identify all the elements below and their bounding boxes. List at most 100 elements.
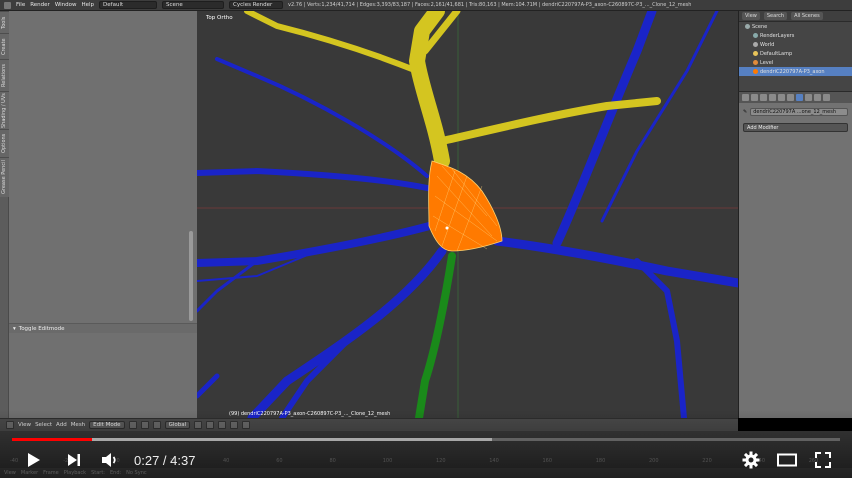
render-engine-select[interactable]: Cycles Render <box>229 1 284 9</box>
next-button[interactable] <box>60 446 88 474</box>
orientation-select[interactable]: Global <box>164 421 191 429</box>
outliner-item-scene[interactable]: Scene <box>739 22 852 31</box>
theater-mode-icon <box>777 453 797 467</box>
mode-select[interactable]: Edit Mode <box>89 421 125 429</box>
axon <box>415 252 456 418</box>
tab-options[interactable]: Options <box>0 129 9 157</box>
menu-select[interactable]: Select <box>35 422 52 428</box>
viewport-header: View Select Add Mesh Edit Mode Global <box>0 418 738 431</box>
proportional-edit-icon[interactable] <box>230 421 239 429</box>
tool-shelf-scrollbar[interactable] <box>189 231 193 321</box>
neuron-mesh <box>197 11 738 418</box>
render-layers-icon[interactable] <box>751 94 758 101</box>
modifier-object-name[interactable]: dendriC220797A ...one_12_mesh <box>750 107 848 116</box>
scene-select[interactable]: Scene <box>162 1 225 9</box>
mode-value: Edit Mode <box>93 422 121 428</box>
settings-button[interactable] <box>738 446 764 474</box>
outliner-label: Level <box>760 59 774 66</box>
outliner-item-level[interactable]: Level <box>739 58 852 67</box>
volume-button[interactable] <box>96 446 124 474</box>
menu-add[interactable]: Add <box>56 422 67 428</box>
3d-cursor[interactable] <box>445 226 449 230</box>
pivot-icon[interactable] <box>140 421 149 429</box>
scene-stats: v2.76 | Verts:1,234/41,714 | Edges:3,393… <box>288 2 692 8</box>
tab-grease-pencil[interactable]: Grease Pencil <box>0 157 9 197</box>
modifier-object-row: ✎ dendriC220797A ...one_12_mesh <box>743 107 848 116</box>
screen-layout-select[interactable]: Default <box>99 1 158 9</box>
apical-dendrite <box>244 11 661 169</box>
object-icon[interactable] <box>778 94 785 101</box>
menu-render[interactable]: Render <box>30 2 50 8</box>
dendrite-left-lower <box>247 246 447 418</box>
menu-help[interactable]: Help <box>82 2 95 8</box>
toggle-editmode-panel[interactable]: ▾ Toggle Editmode <box>9 323 197 333</box>
tab-tools[interactable]: Tools <box>0 11 9 33</box>
outliner-tab-view[interactable]: View <box>742 12 760 20</box>
tab-create[interactable]: Create <box>0 33 9 59</box>
play-icon <box>28 453 40 467</box>
edge-select-icon[interactable] <box>206 421 215 429</box>
shading-icon[interactable] <box>128 421 137 429</box>
dendrite-left-upper <box>197 168 435 192</box>
snap-icon[interactable] <box>242 421 251 429</box>
menu-mesh[interactable]: Mesh <box>71 422 85 428</box>
fullscreen-icon <box>815 452 831 468</box>
outliner-item-world[interactable]: World <box>739 40 852 49</box>
modifier-wrench-icon[interactable] <box>796 94 803 101</box>
dendrite-corner <box>197 373 220 399</box>
panel-collapse-icon: ▾ <box>13 325 16 332</box>
object-info: (99) dendriC220797A-P3_axon-C260897C-P3_… <box>229 411 391 417</box>
scene-icon[interactable] <box>760 94 767 101</box>
editor-type-icon[interactable] <box>6 421 14 429</box>
blender-info-bar: File Render Window Help Default Scene Cy… <box>0 0 852 11</box>
material-icon[interactable] <box>814 94 821 101</box>
world-icon[interactable] <box>769 94 776 101</box>
properties-tabs <box>739 92 852 103</box>
menu-window[interactable]: Window <box>55 2 77 8</box>
fullscreen-button[interactable] <box>810 446 836 474</box>
next-icon <box>68 454 80 466</box>
progress-played <box>12 438 93 441</box>
apical-branch-left <box>244 11 420 74</box>
texture-icon[interactable] <box>823 94 830 101</box>
outliner-label: Scene <box>752 23 768 30</box>
screen-layout-value: Default <box>103 2 124 8</box>
vertex-select-icon[interactable] <box>194 421 203 429</box>
outliner-label: RenderLayers <box>760 32 795 39</box>
menu-file[interactable]: File <box>16 2 25 8</box>
time-display: 0:27 / 4:37 <box>134 453 196 468</box>
progress-bar[interactable] <box>12 438 840 441</box>
add-modifier-button[interactable]: Add Modifier <box>743 123 848 132</box>
manipulator-icon[interactable] <box>152 421 161 429</box>
3d-viewport[interactable]: Top Ortho (99) dendriC220797A-P3_axon-C2… <box>197 11 738 418</box>
scene-icon <box>745 24 750 29</box>
menu-view[interactable]: View <box>18 422 31 428</box>
outliner-item-defaultlamp[interactable]: DefaultLamp <box>739 49 852 58</box>
render-icon[interactable] <box>742 94 749 101</box>
pin-icon[interactable]: ✎ <box>743 109 747 115</box>
tab-relations[interactable]: Relations <box>0 59 9 91</box>
outliner-item-renderlayers[interactable]: RenderLayers <box>739 31 852 40</box>
properties-editor: ✎ dendriC220797A ...one_12_mesh Add Modi… <box>738 91 852 418</box>
theater-mode-button[interactable] <box>774 446 800 474</box>
constraints-icon[interactable] <box>787 94 794 101</box>
face-select-icon[interactable] <box>218 421 227 429</box>
dendrite-right-thin <box>600 11 719 223</box>
outliner-label: dendriC220797A-P3_axon <box>760 68 825 75</box>
lamp-icon <box>753 51 758 56</box>
soma-selection <box>428 160 503 252</box>
outliner-item-mesh[interactable]: dendriC220797A-P3_axon <box>739 67 852 76</box>
editor-type-icon[interactable] <box>4 1 11 9</box>
tool-shelf: Tools Create Relations Shading / UVs Opt… <box>0 11 197 418</box>
outliner-header: View Search All Scenes <box>739 11 852 22</box>
outliner-tab-search[interactable]: Search <box>763 12 788 20</box>
outliner-tab-all-scenes[interactable]: All Scenes <box>791 12 823 20</box>
soma-mesh <box>428 160 503 252</box>
data-icon[interactable] <box>805 94 812 101</box>
world-icon <box>753 42 758 47</box>
play-button[interactable] <box>20 446 48 474</box>
outliner-label: World <box>760 41 775 48</box>
gear-icon <box>742 451 760 469</box>
volume-icon <box>102 453 116 467</box>
tab-shading-uvs[interactable]: Shading / UVs <box>0 91 9 129</box>
